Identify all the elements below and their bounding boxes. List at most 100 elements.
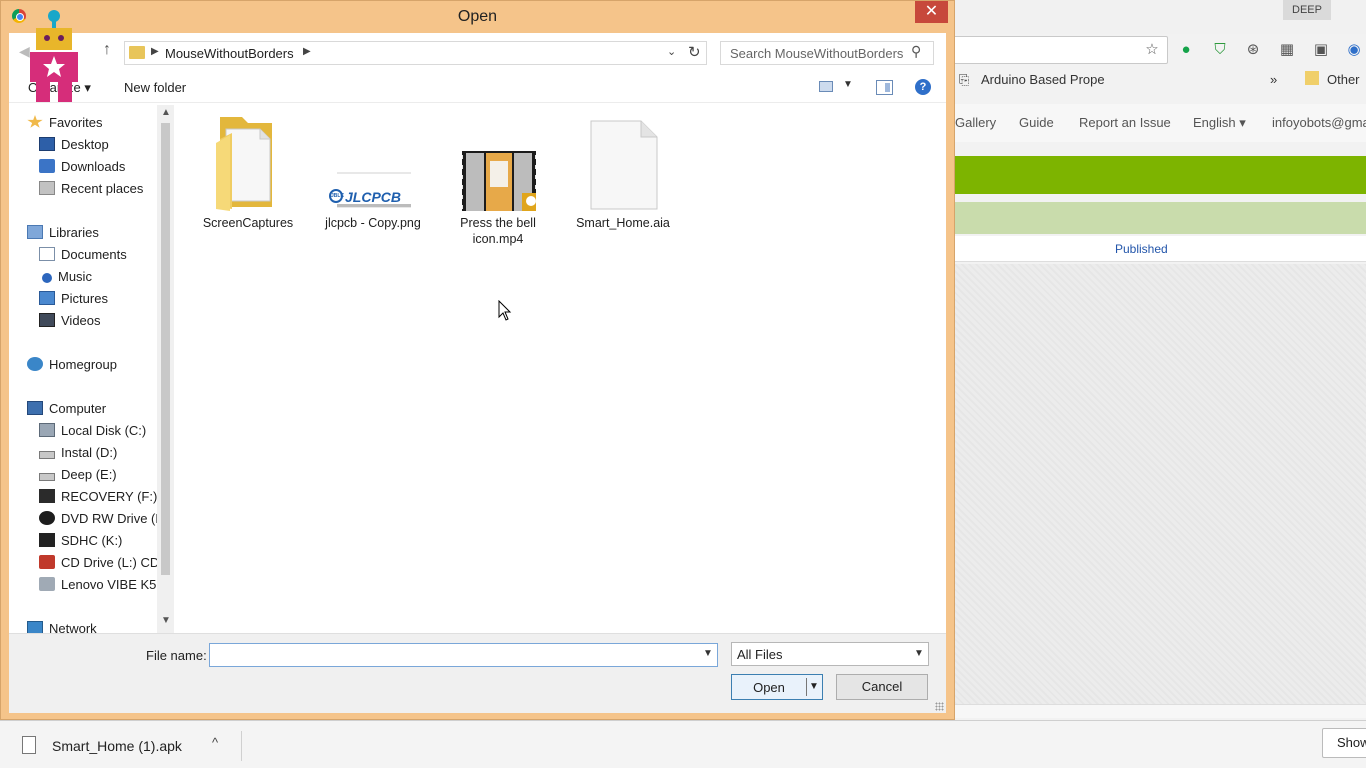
filename-input[interactable]	[209, 643, 718, 667]
download-item[interactable]: Smart_Home (1).apk ^	[16, 731, 242, 761]
file-icon	[22, 736, 36, 754]
nav-item[interactable]: DVD RW Drive (H	[39, 511, 157, 531]
up-arrow-icon[interactable]: ↑	[103, 41, 111, 59]
nav-item[interactable]: CD Drive (L:) CDF	[39, 555, 157, 575]
nav-item[interactable]: Instal (D:)	[39, 445, 117, 465]
address-history-dropdown-icon[interactable]: ⌄	[667, 45, 676, 58]
nav-item[interactable]: Videos	[39, 313, 101, 333]
chevron-up-icon[interactable]: ^	[212, 735, 218, 750]
profile-badge[interactable]: DEEP	[1283, 0, 1331, 20]
scroll-up-icon[interactable]: ▲	[161, 107, 171, 118]
nav-item[interactable]: Network	[27, 621, 97, 633]
nav-item[interactable]: Deep (E:)	[39, 467, 117, 487]
nav-item[interactable]: Music	[39, 269, 92, 289]
folder-icon	[129, 46, 145, 59]
bookmarks-overflow-icon[interactable]: »	[1270, 72, 1277, 87]
nav-item-label: Desktop	[61, 137, 109, 152]
file-item-image[interactable]: JBLC JLCPCB jlcpcb - Copy.png	[315, 113, 431, 253]
shield-extension-icon[interactable]: ⛉	[1210, 40, 1230, 60]
nav-item[interactable]: Desktop	[39, 137, 109, 157]
published-row: Published	[955, 236, 1366, 262]
nav-item-label: SDHC (K:)	[61, 533, 123, 548]
nav-guide[interactable]: Guide	[1019, 115, 1054, 130]
wordpress-extension-icon[interactable]: ⊛	[1243, 40, 1263, 60]
notification-extension-icon[interactable]: ▣	[1311, 40, 1331, 60]
file-name: Press the bell icon.mp4	[460, 216, 536, 246]
navigation-pane: Favorites Desktop Downloads Recent places Li…	[9, 105, 157, 633]
nav-report-issue[interactable]: Report an Issue	[1079, 115, 1171, 130]
dialog-title: Open	[457, 8, 498, 25]
nav-item[interactable]: Favorites	[27, 115, 102, 135]
open-button[interactable]: Open ▼	[731, 674, 823, 700]
nav-item[interactable]: Local Disk (C:)	[39, 423, 146, 443]
nav-item[interactable]: Documents	[39, 247, 127, 267]
nav-item[interactable]: Pictures	[39, 291, 108, 311]
app-footer	[955, 704, 1366, 718]
dialog-titlebar[interactable]: Open ✕	[1, 1, 954, 33]
close-button[interactable]: ✕	[915, 1, 948, 23]
play-extension-icon[interactable]: ◉	[1344, 40, 1364, 60]
show-all-downloads-button[interactable]: Show	[1322, 728, 1366, 758]
search-input[interactable]: Search MouseWithoutBorders ⚲	[720, 41, 934, 65]
change-view-icon[interactable]	[819, 81, 833, 92]
nav-item-label: Deep (E:)	[61, 467, 117, 482]
resize-grip[interactable]	[935, 702, 944, 711]
nav-item-label: Lenovo VIBE K5 F	[61, 577, 157, 592]
help-icon[interactable]: ?	[915, 79, 931, 95]
nav-gallery[interactable]: Gallery	[955, 115, 996, 130]
breadcrumb-current-folder[interactable]: MouseWithoutBorders	[165, 46, 294, 61]
nav-item[interactable]: RECOVERY (F:)	[39, 489, 157, 509]
dvd-drive-icon	[39, 511, 55, 525]
scroll-thumb[interactable]	[161, 123, 170, 575]
breadcrumb-chevron-icon[interactable]: ▶	[151, 46, 159, 57]
address-bar[interactable]: ▶ MouseWithoutBorders ▶ ⌄ ↻	[124, 41, 707, 65]
chevron-down-icon[interactable]: ▼	[914, 648, 924, 659]
search-icon[interactable]: ⚲	[911, 43, 921, 60]
bookmark-arduino[interactable]: Arduino Based Prope	[981, 72, 1105, 87]
file-item-document[interactable]: Smart_Home.aia	[565, 113, 681, 253]
scroll-down-icon[interactable]: ▼	[161, 615, 171, 626]
bookmark-folder-icon	[1305, 71, 1319, 85]
app-toolbar-green	[955, 156, 1366, 194]
dialog-client: ◀ ↑ ▶ MouseWithoutBorders ▶ ⌄ ↻ Search M…	[9, 33, 946, 713]
bookmark-star-icon[interactable]: ☆	[1142, 40, 1162, 60]
nav-item-label: Network	[49, 621, 97, 633]
grammarly-extension-icon[interactable]: ●	[1176, 40, 1196, 60]
nav-item[interactable]: Homegroup	[27, 357, 117, 377]
nav-item[interactable]: Computer	[27, 401, 106, 421]
bookmark-other[interactable]: Other	[1327, 72, 1360, 87]
published-label[interactable]: Published	[1115, 242, 1168, 256]
video-thumbnail-icon	[462, 151, 536, 211]
cancel-button[interactable]: Cancel	[836, 674, 928, 700]
dialog-bottom-area: File name: ▼ All Files ▼ Open ▼ Cancel	[9, 633, 946, 713]
nav-item[interactable]: Lenovo VIBE K5 F	[39, 577, 157, 597]
filetype-select[interactable]: All Files ▼	[731, 642, 929, 666]
file-item-folder[interactable]: ScreenCaptures	[190, 113, 306, 253]
clapper-extension-icon[interactable]: ▦	[1277, 40, 1297, 60]
breadcrumb-chevron-icon[interactable]: ▶	[303, 46, 311, 57]
view-options-dropdown-icon[interactable]: ▼	[843, 79, 853, 90]
browser-omnibox[interactable]	[940, 36, 1168, 64]
documents-icon	[39, 247, 55, 261]
preview-pane-icon[interactable]	[876, 80, 893, 95]
back-arrow-icon[interactable]: ◀	[19, 43, 30, 60]
nav-account[interactable]: infoyobots@gma	[1272, 115, 1366, 130]
new-folder-button[interactable]: New folder	[124, 80, 186, 95]
folder-icon	[216, 117, 272, 211]
filetype-value: All Files	[737, 647, 783, 662]
nav-item[interactable]: Downloads	[39, 159, 125, 179]
nav-language[interactable]: English ▾	[1193, 115, 1246, 131]
nav-item-label: DVD RW Drive (H	[61, 511, 157, 526]
file-item-video[interactable]: Press the bell icon.mp4	[440, 113, 556, 253]
open-options-dropdown-icon[interactable]: ▼	[806, 678, 821, 696]
nav-item[interactable]: Libraries	[27, 225, 99, 245]
navigation-scrollbar[interactable]: ▲ ▼	[157, 105, 174, 633]
refresh-icon[interactable]: ↻	[688, 43, 701, 61]
nav-item[interactable]: SDHC (K:)	[39, 533, 122, 553]
generic-file-icon	[590, 120, 658, 210]
file-list-area[interactable]: ScreenCaptures JBLC JLCPCB jlcpcb - Copy…	[176, 105, 946, 633]
nav-item[interactable]: Recent places	[39, 181, 143, 201]
filename-history-dropdown-icon[interactable]: ▼	[703, 648, 713, 659]
filename-label: File name:	[146, 648, 207, 663]
jlcpcb-logo-text: JLCPCB	[345, 189, 402, 205]
